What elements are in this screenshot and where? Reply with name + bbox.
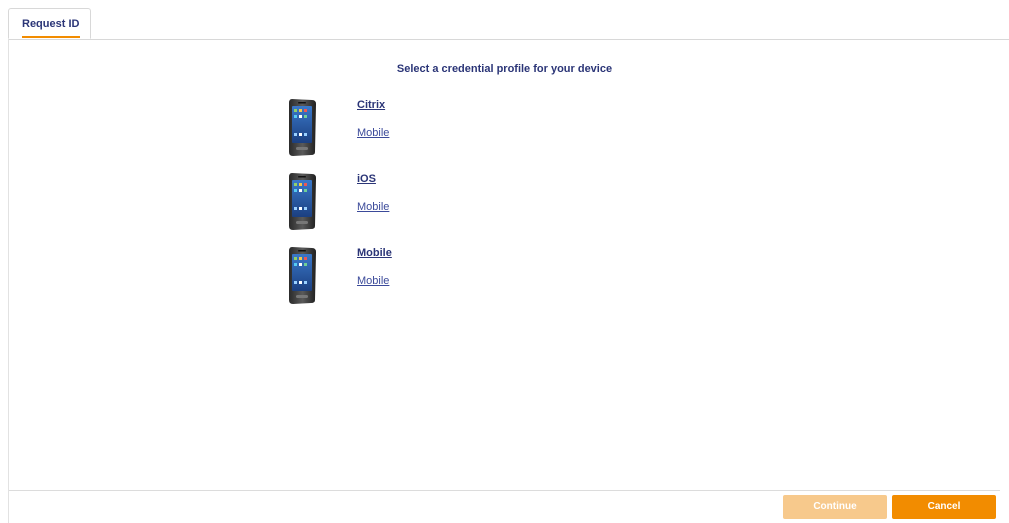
profile-name-link[interactable]: Citrix (357, 99, 385, 111)
profile-item-citrix[interactable]: Citrix Mobile (286, 97, 586, 157)
profile-type-link[interactable]: Mobile (357, 127, 389, 139)
profile-type-link[interactable]: Mobile (357, 275, 389, 287)
profile-item-mobile[interactable]: Mobile Mobile (286, 245, 586, 305)
active-tab-indicator (22, 36, 80, 38)
footer-divider (9, 490, 1000, 491)
continue-button[interactable]: Continue (783, 495, 887, 519)
tab-request-id[interactable]: Request ID (8, 8, 91, 39)
profile-type-link[interactable]: Mobile (357, 201, 389, 213)
profile-name-link[interactable]: iOS (357, 173, 376, 185)
mobile-phone-icon (286, 245, 318, 305)
mobile-phone-icon (286, 97, 318, 157)
tab-bar: Request ID (8, 0, 1009, 40)
tab-request-id-label: Request ID (22, 18, 80, 30)
mobile-phone-icon (286, 171, 318, 231)
profile-name-link[interactable]: Mobile (357, 247, 392, 259)
request-id-page: Request ID Select a credential profile f… (0, 0, 1009, 523)
cancel-button[interactable]: Cancel (892, 495, 996, 519)
page-heading: Select a credential profile for your dev… (396, 63, 613, 75)
profile-item-ios[interactable]: iOS Mobile (286, 171, 586, 231)
